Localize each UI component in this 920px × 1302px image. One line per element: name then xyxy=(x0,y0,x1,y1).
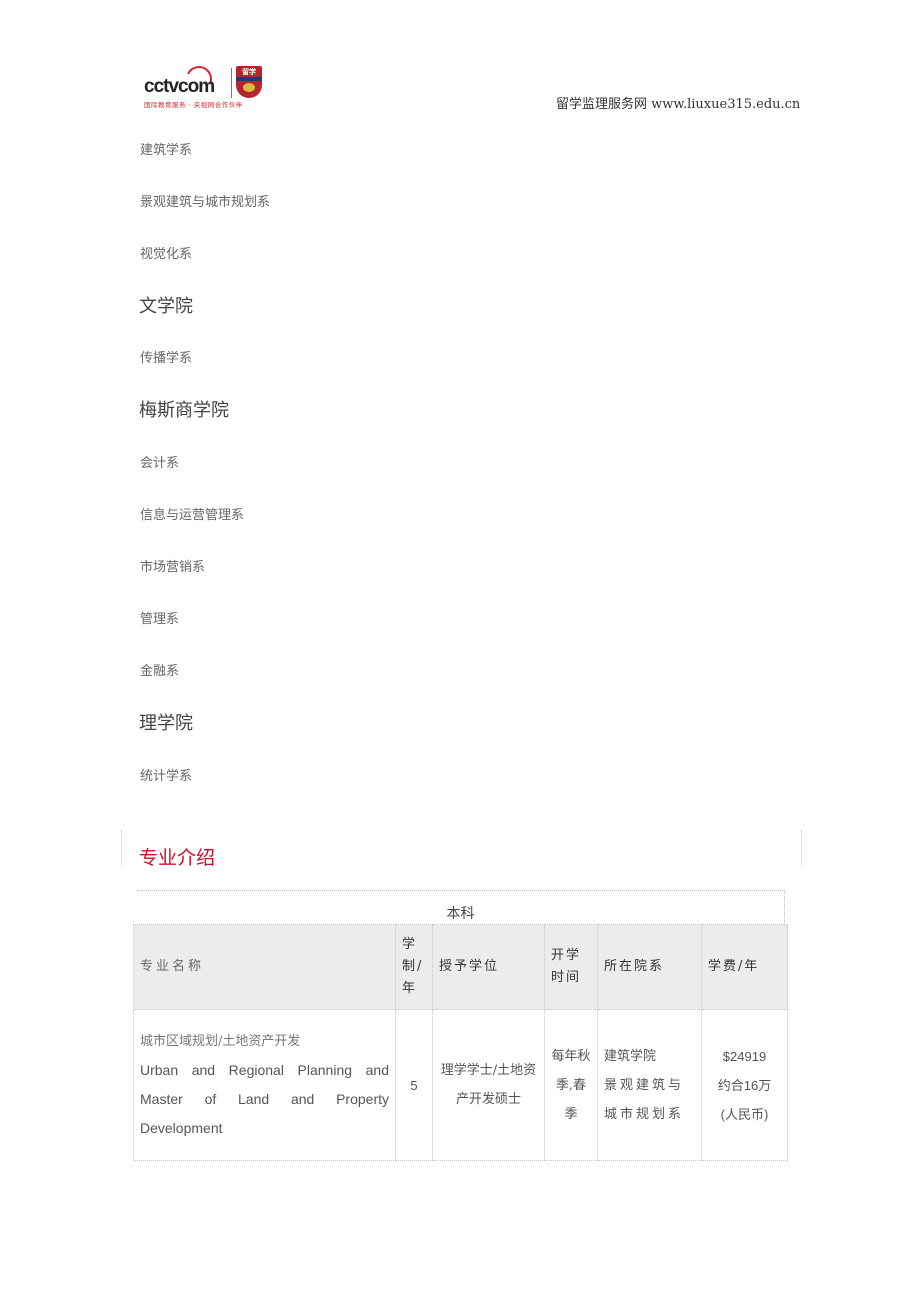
college-heading: 理学院 xyxy=(139,713,193,734)
college-name: 建筑学院 xyxy=(604,1048,657,1064)
department-item: 管理系 xyxy=(140,612,180,627)
cell-intake: 每年秋季,春季 xyxy=(544,1009,598,1161)
cell-department: 建筑学院 景观建筑与城市规划系 xyxy=(597,1009,702,1161)
header-department: 所在院系 xyxy=(597,924,702,1010)
header-program-name: 专业名称 xyxy=(133,924,396,1010)
fee-cny: 约合16万 xyxy=(717,1077,772,1093)
program-name-cn: 城市区域规划/土地资产开发 xyxy=(140,1034,301,1049)
department-item: 信息与运营管理系 xyxy=(140,508,245,523)
program-table: 专业名称 学制/年 授予学位 开学时间 所在院系 学费/年 城市区域规划/土地资… xyxy=(133,924,788,1161)
program-name-en: Urban and Regional Planning and Master o… xyxy=(140,1062,389,1136)
department-name: 景观建筑与城市规划系 xyxy=(604,1077,685,1122)
section-title: 专业介绍 xyxy=(139,847,216,869)
department-item: 金融系 xyxy=(140,664,180,679)
college-heading: 文学院 xyxy=(139,296,193,317)
cell-duration: 5 xyxy=(395,1009,433,1161)
fee-usd: $24919 xyxy=(722,1048,767,1064)
shield-band xyxy=(236,77,262,81)
cell-degree: 理学学士/土地资产开发硕士 xyxy=(432,1009,545,1161)
department-item: 传播学系 xyxy=(140,351,193,366)
header-tuition: 学费/年 xyxy=(701,924,788,1010)
header-duration: 学制/年 xyxy=(395,924,433,1010)
department-item: 市场营销系 xyxy=(140,560,206,575)
table-header-row: 专业名称 学制/年 授予学位 开学时间 所在院系 学费/年 xyxy=(133,924,788,1010)
department-item: 景观建筑与城市规划系 xyxy=(140,195,271,210)
logo-divider xyxy=(231,68,232,98)
header-intake: 开学时间 xyxy=(544,924,598,1010)
department-item: 建筑学系 xyxy=(140,143,193,158)
department-item: 统计学系 xyxy=(140,769,193,784)
badge-label: 留学 xyxy=(242,68,256,76)
table-row: 城市区域规划/土地资产开发 Urban and Regional Plannin… xyxy=(133,1009,788,1161)
logo-tagline: 国际教育服务 · 央视网合作伙伴 xyxy=(144,101,243,109)
shield-seal xyxy=(243,83,255,92)
cell-tuition: $24919 约合16万 (人民币) xyxy=(701,1009,788,1161)
shield-icon: 留学 xyxy=(236,66,262,98)
logo-brand: cctvcom xyxy=(144,76,215,97)
site-label: 留学监理服务网 www.liuxue315.edu.cn xyxy=(556,97,801,112)
section-frame xyxy=(121,830,802,866)
cell-program-name: 城市区域规划/土地资产开发 Urban and Regional Plannin… xyxy=(133,1009,396,1161)
cctv-logo: cctvcom 国际教育服务 · 央视网合作伙伴 留学 xyxy=(140,62,270,110)
department-item: 会计系 xyxy=(140,456,180,471)
department-item: 视觉化系 xyxy=(140,247,193,262)
table-caption: 本科 xyxy=(137,890,785,925)
college-heading: 梅斯商学院 xyxy=(139,400,229,421)
header-degree: 授予学位 xyxy=(432,924,545,1010)
fee-cny-unit: (人民币) xyxy=(720,1106,769,1122)
